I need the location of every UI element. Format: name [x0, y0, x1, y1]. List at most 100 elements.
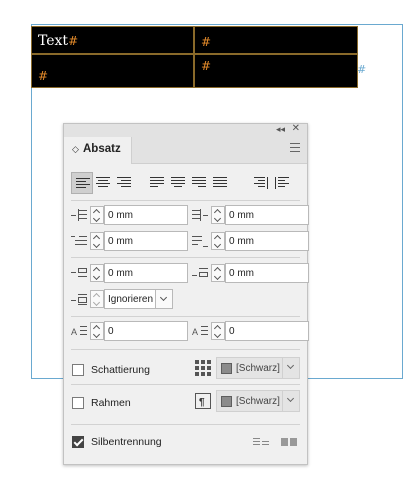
svg-text:A: A	[192, 327, 198, 337]
span-columns-icon[interactable]	[281, 437, 297, 448]
last-line-indent-field: 0 mm	[192, 231, 310, 251]
cell-text[interactable]: Text#	[38, 33, 78, 49]
align-to-grid-stepper[interactable]	[90, 290, 104, 308]
drop-cap-chars-input[interactable]: 0	[225, 321, 309, 341]
expand-arrows-icon[interactable]: ◇	[72, 144, 79, 155]
left-indent-stepper[interactable]	[90, 206, 104, 224]
border-label: Rahmen	[91, 397, 131, 409]
shading-row: Schattierung [Schwarz]	[72, 357, 300, 379]
align-center-icon	[96, 177, 110, 187]
align-center-button[interactable]	[92, 172, 114, 194]
divider	[71, 424, 300, 425]
border-checkbox[interactable]	[72, 397, 84, 409]
end-of-cell-marker: #	[201, 35, 212, 49]
space-before-stepper[interactable]	[90, 264, 104, 282]
justify-all-button[interactable]	[209, 172, 231, 194]
end-of-cell-marker: #	[201, 59, 212, 73]
table-cell[interactable]: #	[194, 26, 358, 54]
divider	[71, 349, 300, 350]
align-away-from-spine-icon	[275, 177, 289, 189]
color-swatch	[221, 363, 232, 374]
align-toward-spine-button[interactable]	[250, 172, 272, 194]
align-to-grid-field: Ignorieren	[71, 289, 189, 309]
align-left-icon	[76, 178, 90, 188]
divider	[71, 316, 300, 317]
close-icon[interactable]: ✕	[292, 123, 300, 134]
panel-tab-row: ◇ Absatz	[64, 137, 307, 164]
paragraph-panel: ◂◂ ✕ ◇ Absatz 0 mm 0 mm 0 mm 0 mm 0 mm 0…	[63, 123, 310, 465]
last-line-indent-stepper[interactable]	[211, 232, 225, 250]
shading-color-label: [Schwarz]	[236, 363, 280, 374]
alignment-buttons	[71, 172, 301, 194]
align-right-icon	[117, 177, 131, 187]
border-color-dropdown[interactable]: [Schwarz]	[216, 390, 300, 412]
drop-cap-chars-field: A 0	[192, 321, 310, 341]
svg-text:A: A	[71, 327, 77, 337]
panel-menu-icon[interactable]	[290, 143, 300, 152]
border-row: Rahmen ¶ [Schwarz]	[72, 390, 300, 412]
end-of-story-marker: #	[357, 63, 367, 76]
left-indent-input[interactable]: 0 mm	[104, 205, 188, 225]
align-to-grid-icon	[71, 294, 87, 305]
justify-right-button[interactable]	[188, 172, 210, 194]
divider	[71, 384, 300, 385]
hyphenation-label: Silbentrennung	[91, 436, 162, 448]
tab-absatz[interactable]: ◇ Absatz	[64, 137, 132, 164]
justify-left-button[interactable]	[146, 172, 168, 194]
last-line-indent-input[interactable]: 0 mm	[225, 231, 309, 251]
right-indent-icon	[192, 209, 208, 221]
right-indent-stepper[interactable]	[211, 206, 225, 224]
left-indent-field: 0 mm	[71, 205, 189, 225]
space-after-icon	[192, 268, 208, 277]
first-line-indent-icon	[71, 236, 87, 245]
table-cell[interactable]: #	[31, 54, 194, 88]
last-line-indent-icon	[192, 236, 208, 247]
drop-cap-lines-stepper[interactable]	[90, 322, 104, 340]
align-away-from-spine-button[interactable]	[271, 172, 293, 194]
first-line-indent-stepper[interactable]	[90, 232, 104, 250]
document-table[interactable]: Text# # # #	[31, 26, 358, 88]
space-after-stepper[interactable]	[211, 264, 225, 282]
drop-cap-lines-icon: A	[71, 326, 87, 337]
chevron-down-icon[interactable]	[282, 391, 299, 411]
divider	[71, 200, 300, 201]
align-right-button[interactable]	[113, 172, 135, 194]
collapse-icon[interactable]: ◂◂	[276, 124, 285, 135]
shading-color-dropdown[interactable]: [Schwarz]	[216, 357, 300, 379]
color-swatch	[221, 396, 232, 407]
table-cell[interactable]: #	[194, 54, 358, 88]
align-to-grid-select[interactable]: Ignorieren	[104, 289, 156, 309]
hyphenation-checkbox[interactable]	[72, 436, 84, 448]
first-line-indent-input[interactable]: 0 mm	[104, 231, 188, 251]
panel-titlebar[interactable]: ◂◂ ✕	[64, 123, 307, 137]
paragraph-border-icon[interactable]: ¶	[195, 393, 211, 409]
shading-color-icon[interactable]	[195, 360, 211, 376]
first-line-indent-field: 0 mm	[71, 231, 189, 251]
justify-center-button[interactable]	[167, 172, 189, 194]
hyphenation-row: Silbentrennung	[72, 435, 300, 451]
end-of-cell-marker: #	[38, 69, 49, 83]
divider	[71, 257, 300, 258]
balance-lines-icon[interactable]	[253, 437, 269, 448]
drop-cap-lines-field: A 0	[71, 321, 189, 341]
chevron-down-icon[interactable]	[282, 358, 299, 378]
drop-cap-chars-stepper[interactable]	[211, 322, 225, 340]
chevron-down-icon[interactable]	[156, 289, 173, 309]
shading-checkbox[interactable]	[72, 364, 84, 376]
drop-cap-lines-input[interactable]: 0	[104, 321, 188, 341]
shading-label: Schattierung	[91, 364, 150, 376]
space-before-input[interactable]: 0 mm	[104, 263, 188, 283]
space-before-field: 0 mm	[71, 263, 189, 283]
left-indent-icon	[71, 209, 87, 221]
align-left-button[interactable]	[71, 172, 93, 194]
table-cell[interactable]: Text#	[31, 26, 194, 54]
justify-all-icon	[213, 177, 227, 187]
justify-right-icon	[192, 177, 206, 187]
right-indent-input[interactable]: 0 mm	[225, 205, 309, 225]
space-after-input[interactable]: 0 mm	[225, 263, 309, 283]
space-before-icon	[71, 268, 87, 277]
justify-left-icon	[150, 177, 164, 187]
border-color-label: [Schwarz]	[236, 396, 280, 407]
space-after-field: 0 mm	[192, 263, 310, 283]
drop-cap-chars-icon: A	[192, 326, 208, 337]
